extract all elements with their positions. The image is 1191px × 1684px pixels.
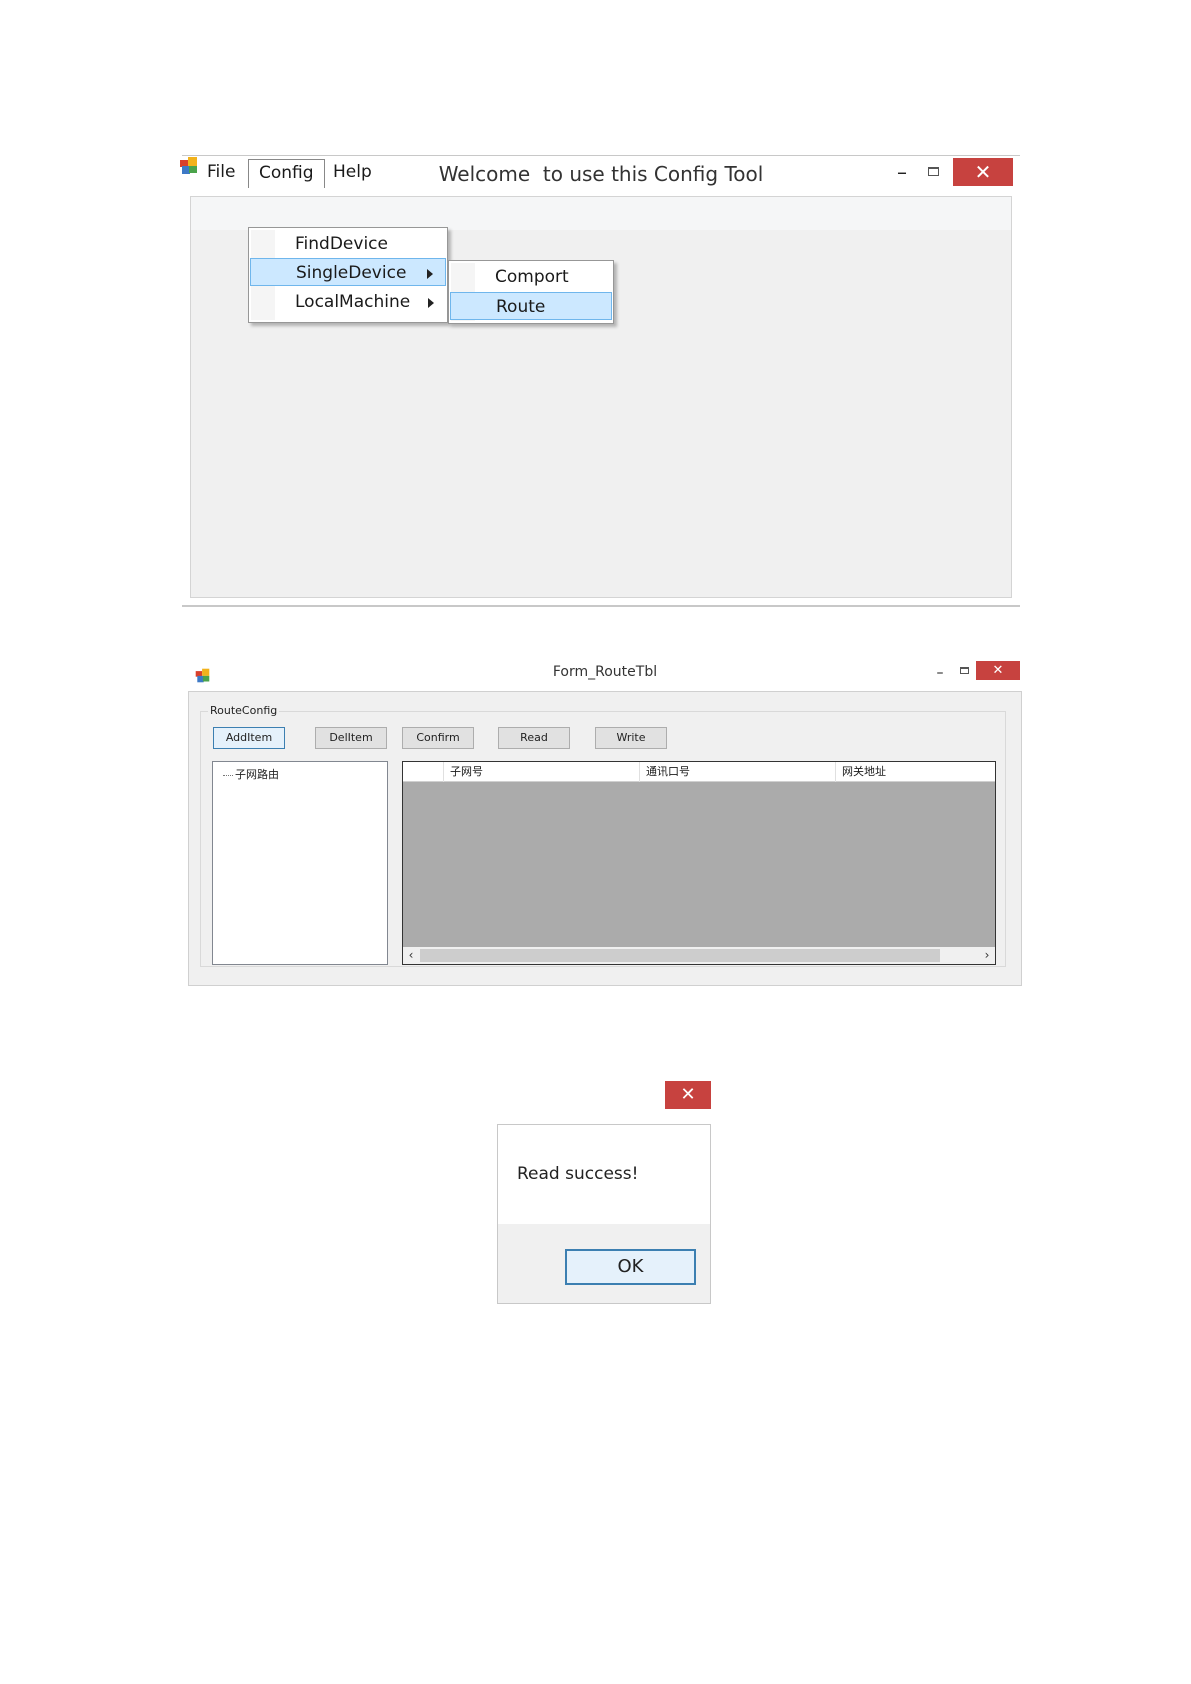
maximize-icon	[928, 167, 939, 176]
menu-item-route[interactable]: Route	[450, 292, 612, 320]
dialog-close-button[interactable]: ✕	[665, 1081, 711, 1109]
menu-config[interactable]: Config	[248, 159, 325, 188]
minimize-button[interactable]: –	[930, 659, 950, 687]
route-grid[interactable]: 子网号 通讯口号 网关地址 ‹ ›	[402, 761, 996, 965]
menu-help[interactable]: Help	[323, 159, 382, 185]
scroll-right-icon[interactable]: ›	[979, 947, 995, 964]
minimize-button[interactable]: –	[890, 157, 914, 187]
menu-file[interactable]: File	[197, 159, 245, 185]
route-window-title: Form_RouteTbl	[552, 664, 658, 680]
menu-item-singledevice[interactable]: SingleDevice	[250, 258, 446, 286]
main-window: Welcome to use this Config Tool – ✕ File…	[180, 155, 1020, 607]
groupbox-label: RouteConfig	[208, 704, 280, 717]
message-dialog: ✕ Read success! OK	[497, 1078, 711, 1304]
column-header-gateway[interactable]: 网关地址	[835, 762, 995, 782]
menubar	[191, 197, 1011, 230]
ok-button[interactable]: OK	[565, 1249, 696, 1285]
route-tree[interactable]: 子网路由	[212, 761, 388, 965]
menu-item-comport[interactable]: Comport	[450, 263, 612, 291]
column-header-port[interactable]: 通讯口号	[639, 762, 835, 782]
close-button[interactable]: ✕	[976, 661, 1020, 680]
menu-item-label: SingleDevice	[296, 263, 407, 283]
window-bottom-edge	[182, 605, 1020, 607]
maximize-button[interactable]	[922, 161, 946, 183]
column-header-subnet[interactable]: 子网号	[443, 762, 639, 782]
submenu-arrow-icon	[428, 298, 434, 308]
tree-line-icon	[223, 774, 233, 776]
tree-node-label: 子网路由	[235, 768, 279, 781]
tree-node-subnet-route[interactable]: 子网路由	[223, 766, 279, 782]
menu-item-finddevice[interactable]: FindDevice	[250, 230, 446, 258]
maximize-icon	[960, 667, 969, 674]
write-button[interactable]: Write	[595, 727, 667, 749]
grid-header: 子网号 通讯口号 网关地址	[403, 762, 995, 782]
scrollbar-thumb[interactable]	[420, 949, 940, 962]
submenu-arrow-icon	[427, 269, 433, 279]
config-dropdown: FindDevice SingleDevice LocalMachine	[248, 227, 448, 323]
dialog-message: Read success!	[517, 1164, 639, 1184]
confirm-button[interactable]: Confirm	[402, 727, 474, 749]
menu-item-localmachine[interactable]: LocalMachine	[250, 288, 446, 316]
delete-item-button[interactable]: DelItem	[315, 727, 387, 749]
horizontal-scrollbar[interactable]: ‹ ›	[403, 947, 995, 964]
singledevice-submenu: Comport Route	[448, 260, 614, 324]
close-button[interactable]: ✕	[953, 158, 1013, 186]
add-item-button[interactable]: AddItem	[213, 727, 285, 749]
menu-item-label: LocalMachine	[295, 292, 411, 312]
scroll-left-icon[interactable]: ‹	[403, 947, 419, 964]
route-window: Form_RouteTbl – ✕ RouteConfig AddItem De…	[188, 659, 1022, 986]
row-header-column[interactable]	[403, 762, 443, 782]
read-button[interactable]: Read	[498, 727, 570, 749]
maximize-button[interactable]	[956, 663, 972, 679]
